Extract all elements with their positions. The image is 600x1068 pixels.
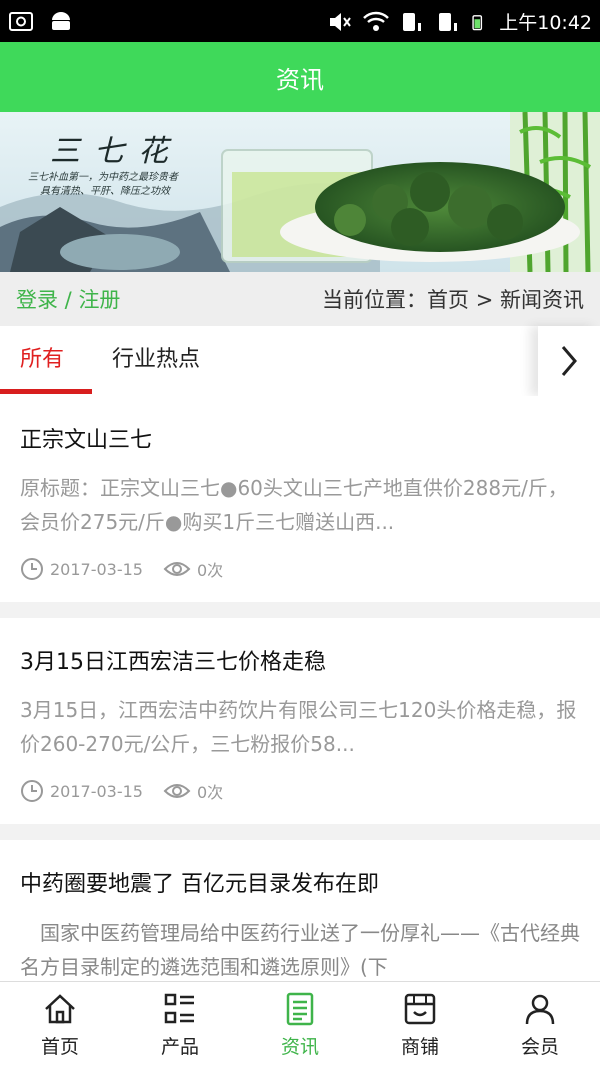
tabbar-label: 产品	[160, 1036, 199, 1058]
news-date: 2017-03-15	[50, 781, 143, 801]
app-header: 资讯	[0, 42, 600, 112]
breadcrumb-home[interactable]: 首页	[427, 288, 469, 312]
home-icon	[45, 994, 75, 1024]
tab-industry-hot[interactable]: 行业热点	[112, 326, 200, 396]
status-bar: 上午10:42	[0, 0, 600, 42]
news-title: 正宗文山三七	[20, 428, 153, 453]
login-link[interactable]: 登录	[16, 288, 58, 312]
banner-line1: 三七补血第一，为中药之最珍贵者	[28, 172, 178, 183]
breadcrumb-prefix: 当前位置：	[322, 288, 428, 312]
document-icon	[286, 992, 314, 1026]
chevron-right-icon	[561, 346, 577, 376]
news-summary: 3月15日，江西宏洁中药饮片有限公司三七120头价格走稳，报价260-270元/…	[20, 698, 577, 756]
banner-title: 三七花	[50, 134, 182, 169]
login-breadcrumb-bar: 登录 / 注册 当前位置：首页 > 新闻资讯	[0, 272, 600, 326]
breadcrumb-current: 新闻资讯	[500, 288, 584, 312]
store-icon	[404, 993, 436, 1025]
signal-sim2-icon	[439, 12, 458, 31]
news-title: 中药圈要地震了 百亿元目录发布在即	[20, 872, 379, 897]
news-views: 0次	[196, 561, 224, 580]
news-summary: 原标题：正宗文山三七●60头文山三七产地直供价288元/斤，会员价275元/斤●…	[20, 476, 568, 534]
category-tabs: 所有 行业热点	[0, 326, 600, 396]
tabbar-label: 资讯	[280, 1036, 319, 1058]
news-views: 0次	[196, 783, 224, 802]
news-item[interactable]: 正宗文山三七 原标题：正宗文山三七●60头文山三七产地直供价288元/斤，会员价…	[0, 396, 600, 602]
screenshot-icon	[9, 12, 33, 31]
news-item[interactable]: 3月15日江西宏洁三七价格走稳 3月15日，江西宏洁中药饮片有限公司三七120头…	[0, 618, 600, 824]
tabbar-item-home[interactable]: 首页	[0, 982, 120, 1068]
news-summary: 国家中医药管理局给中医药行业送了一份厚礼——《古代经典名方目录制定的遴选范围和遴…	[20, 921, 580, 979]
banner-image[interactable]: 三七花 三七补血第一，为中药之最珍贵者 具有清热、平肝、降压之功效	[0, 112, 600, 272]
tabs-more-button[interactable]	[538, 326, 600, 396]
login-separator: /	[58, 288, 79, 312]
breadcrumb: 当前位置：首页 > 新闻资讯	[322, 284, 584, 314]
tabbar-item-products[interactable]: 产品	[120, 982, 240, 1068]
tab-all[interactable]: 所有	[20, 326, 64, 396]
mute-icon	[330, 12, 352, 31]
breadcrumb-arrow: >	[469, 288, 500, 312]
news-item[interactable]: 中药圈要地震了 百亿元目录发布在即 国家中医药管理局给中医药行业送了一份厚礼——…	[0, 840, 600, 981]
login-register: 登录 / 注册	[16, 284, 120, 314]
clock-icon	[21, 780, 43, 802]
page-title: 资讯	[276, 65, 324, 94]
eye-icon	[163, 562, 191, 576]
register-link[interactable]: 注册	[78, 288, 120, 312]
person-icon	[525, 994, 555, 1025]
clock-icon	[21, 558, 43, 580]
tabbar-item-news[interactable]: 资讯	[240, 982, 360, 1068]
grid-list-icon	[164, 993, 194, 1024]
tabbar-label: 商铺	[400, 1036, 439, 1058]
tabbar-label: 首页	[40, 1036, 79, 1058]
news-meta: 2017-03-15 0次	[20, 557, 223, 581]
bottom-tab-bar: 首页 产品 资讯 商铺 会员	[0, 981, 600, 1068]
news-title: 3月15日江西宏洁三七价格走稳	[20, 650, 326, 675]
banner-line2: 具有清热、平肝、降压之功效	[40, 186, 170, 197]
active-tab-indicator	[0, 389, 92, 394]
status-time: 上午10:42	[499, 12, 592, 34]
tabbar-item-member[interactable]: 会员	[480, 982, 600, 1068]
signal-sim1-icon	[403, 12, 422, 31]
news-date: 2017-03-15	[50, 559, 143, 579]
wifi-icon	[363, 11, 390, 31]
news-meta: 2017-03-15 0次	[20, 779, 223, 803]
android-icon	[52, 12, 70, 30]
tabbar-label: 会员	[520, 1036, 559, 1058]
tabbar-item-store[interactable]: 商铺	[360, 982, 480, 1068]
eye-icon	[163, 784, 191, 798]
battery-icon	[472, 14, 483, 30]
